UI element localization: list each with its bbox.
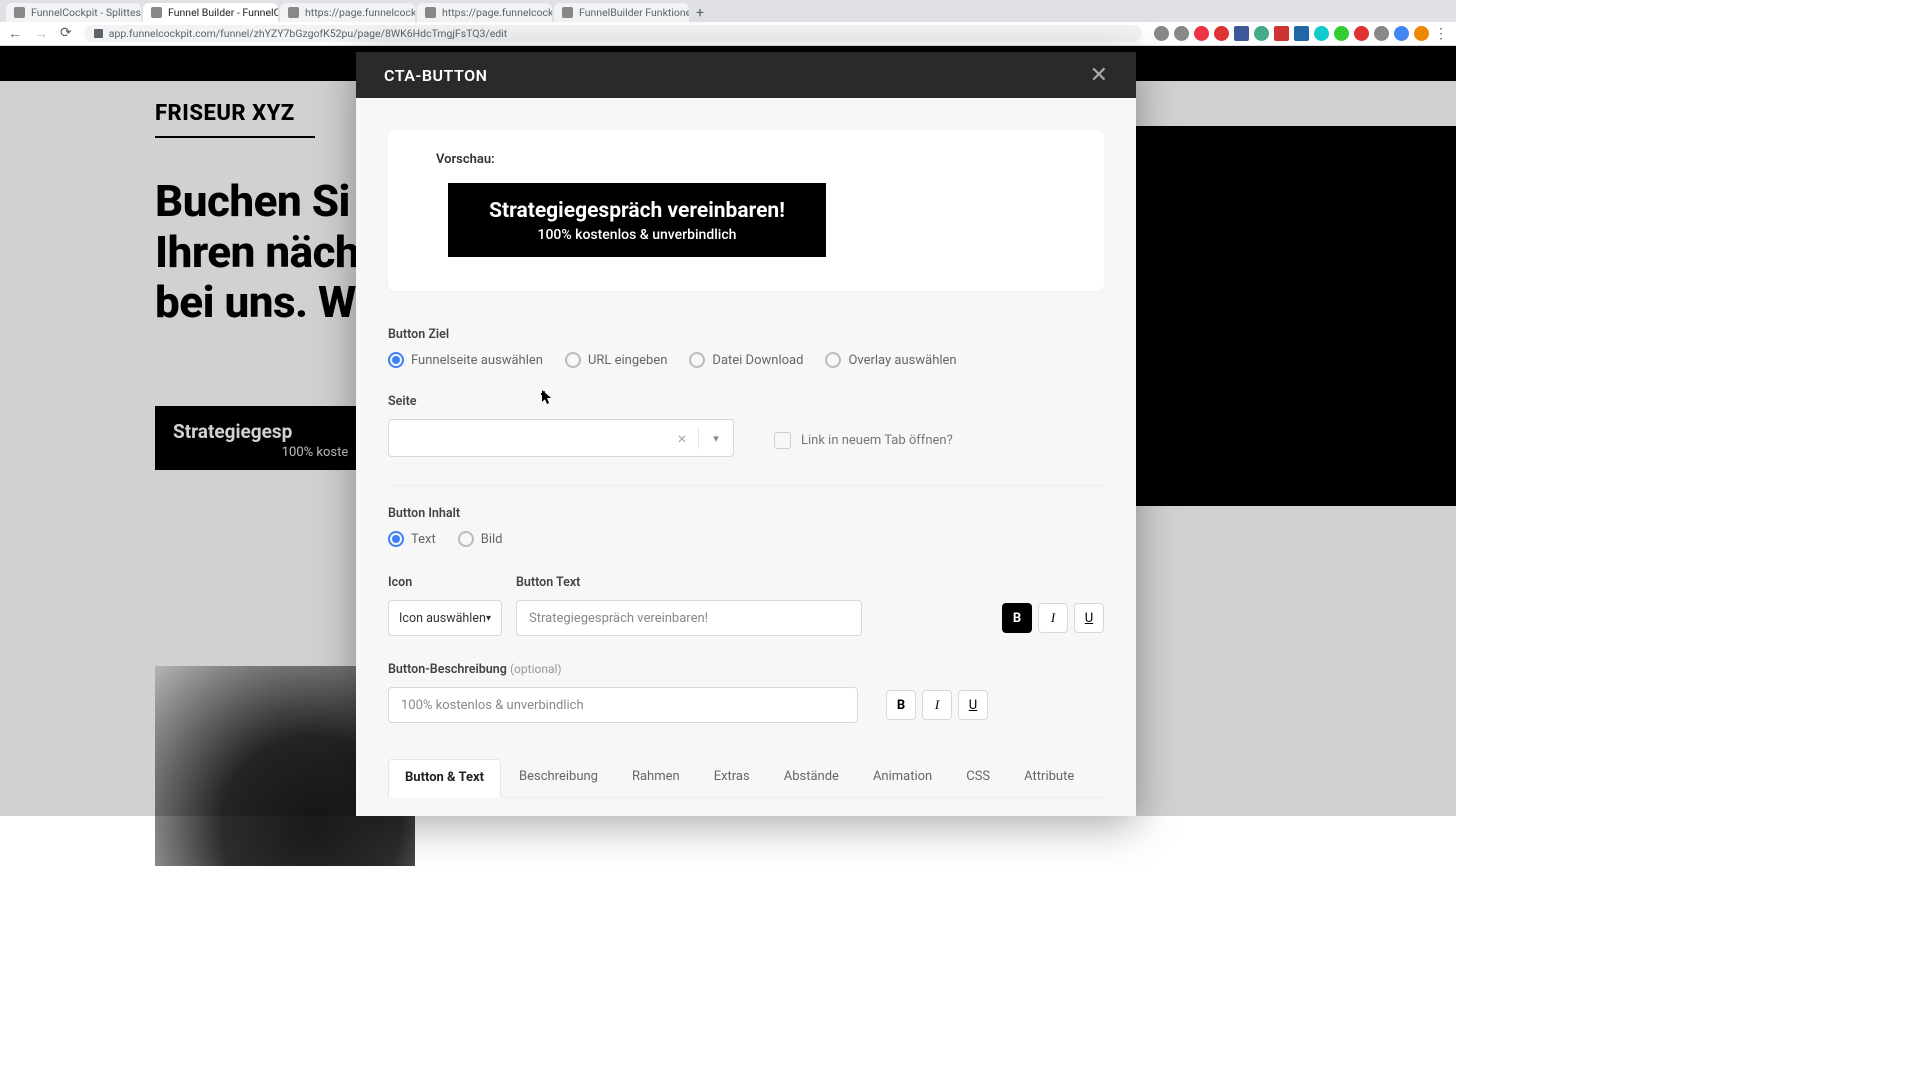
desc-label: Button-Beschreibung (optional): [388, 662, 1104, 677]
newtab-checkbox[interactable]: Link in neuem Tab öffnen?: [774, 432, 953, 449]
ziel-radios: Funnelseite auswählen URL eingeben Datei…: [388, 352, 1104, 368]
reload-icon[interactable]: ⟳: [60, 25, 72, 42]
bold-button[interactable]: B: [1002, 603, 1032, 633]
radio-text[interactable]: Text: [388, 531, 436, 547]
preview-button: Strategiegespräch vereinbaren! 100% kost…: [448, 183, 826, 257]
italic-button[interactable]: I: [922, 690, 952, 720]
chevron-down-icon[interactable]: ▾: [699, 432, 733, 445]
browser-tabbar: FunnelCockpit - Splittests, Ma× Funnel B…: [0, 0, 1456, 22]
chevron-down-icon: ▾: [486, 613, 491, 624]
seite-select[interactable]: × ▾: [388, 419, 734, 457]
ext-icon[interactable]: [1334, 26, 1349, 41]
seite-label: Seite: [388, 394, 734, 409]
inhalt-radios: Text Bild: [388, 531, 1104, 547]
tab-css[interactable]: CSS: [950, 759, 1006, 797]
ext-icon[interactable]: [1394, 26, 1409, 41]
close-icon[interactable]: ✕: [1090, 63, 1108, 88]
tab-2[interactable]: https://page.funnelcockpit.co×: [280, 3, 415, 22]
tab-3[interactable]: https://page.funnelcockpit.co×: [417, 3, 552, 22]
underline-button[interactable]: U: [958, 690, 988, 720]
preview-label: Vorschau:: [436, 152, 1056, 167]
modal-title: CTA-BUTTON: [384, 66, 487, 85]
button-desc-input[interactable]: 100% kostenlos & unverbindlich: [388, 687, 858, 723]
underline-button[interactable]: U: [1074, 603, 1104, 633]
tab-attribute[interactable]: Attribute: [1008, 759, 1090, 797]
ext-icon[interactable]: [1214, 26, 1229, 41]
url-field[interactable]: app.funnelcockpit.com/funnel/zhYZY7bGzgo…: [84, 25, 1142, 42]
ext-icon[interactable]: [1274, 26, 1289, 41]
ext-icon[interactable]: [1234, 26, 1249, 41]
radio-overlay[interactable]: Overlay auswählen: [825, 352, 956, 368]
clear-icon[interactable]: ×: [666, 429, 698, 448]
address-bar: ← → ⟳ app.funnelcockpit.com/funnel/zhYZY…: [0, 22, 1456, 46]
ext-icon[interactable]: [1174, 26, 1189, 41]
ext-icon[interactable]: [1254, 26, 1269, 41]
ext-icon[interactable]: [1354, 26, 1369, 41]
bold-button[interactable]: B: [886, 690, 916, 720]
ext-icon[interactable]: [1154, 26, 1169, 41]
modal-header: CTA-BUTTON ✕: [356, 52, 1136, 98]
tab-abstaende[interactable]: Abstände: [768, 759, 855, 797]
back-icon[interactable]: ←: [8, 25, 22, 42]
radio-bild[interactable]: Bild: [458, 531, 503, 547]
ext-icon[interactable]: [1294, 26, 1309, 41]
tab-extras[interactable]: Extras: [698, 759, 766, 797]
icon-label: Icon: [388, 575, 502, 590]
avatar[interactable]: [1414, 26, 1429, 41]
ext-icon[interactable]: [1194, 26, 1209, 41]
icon-select[interactable]: Icon auswählen ▾: [388, 600, 502, 636]
extensions: ⋮: [1154, 26, 1448, 42]
ext-icon[interactable]: [1374, 26, 1389, 41]
tab-rahmen[interactable]: Rahmen: [616, 759, 696, 797]
preview-card: Vorschau: Strategiegespräch vereinbaren!…: [388, 130, 1104, 291]
settings-tabs: Button & Text Beschreibung Rahmen Extras…: [388, 759, 1104, 798]
tab-beschreibung[interactable]: Beschreibung: [503, 759, 614, 797]
inhalt-label: Button Inhalt: [388, 506, 1104, 521]
tab-button-text[interactable]: Button & Text: [388, 759, 501, 798]
tab-animation[interactable]: Animation: [857, 759, 948, 797]
cta-button-modal: CTA-BUTTON ✕ Vorschau: Strategiegespräch…: [356, 52, 1136, 816]
tab-1[interactable]: Funnel Builder - FunnelCockpit×: [143, 3, 278, 22]
radio-url[interactable]: URL eingeben: [565, 352, 667, 368]
tab-4[interactable]: FunnelBuilder Funktionen & El×: [554, 3, 689, 22]
ziel-label: Button Ziel: [388, 327, 1104, 342]
forward-icon[interactable]: →: [34, 25, 48, 42]
new-tab-button[interactable]: +: [691, 4, 709, 22]
menu-icon[interactable]: ⋮: [1434, 26, 1448, 42]
radio-funnelseite[interactable]: Funnelseite auswählen: [388, 352, 543, 368]
button-text-input[interactable]: Strategiegespräch vereinbaren!: [516, 600, 862, 636]
tab-0[interactable]: FunnelCockpit - Splittests, Ma×: [6, 3, 141, 22]
italic-button[interactable]: I: [1038, 603, 1068, 633]
ext-icon[interactable]: [1314, 26, 1329, 41]
lock-icon: [94, 29, 103, 38]
btntext-label: Button Text: [516, 575, 988, 590]
radio-datei[interactable]: Datei Download: [689, 352, 803, 368]
